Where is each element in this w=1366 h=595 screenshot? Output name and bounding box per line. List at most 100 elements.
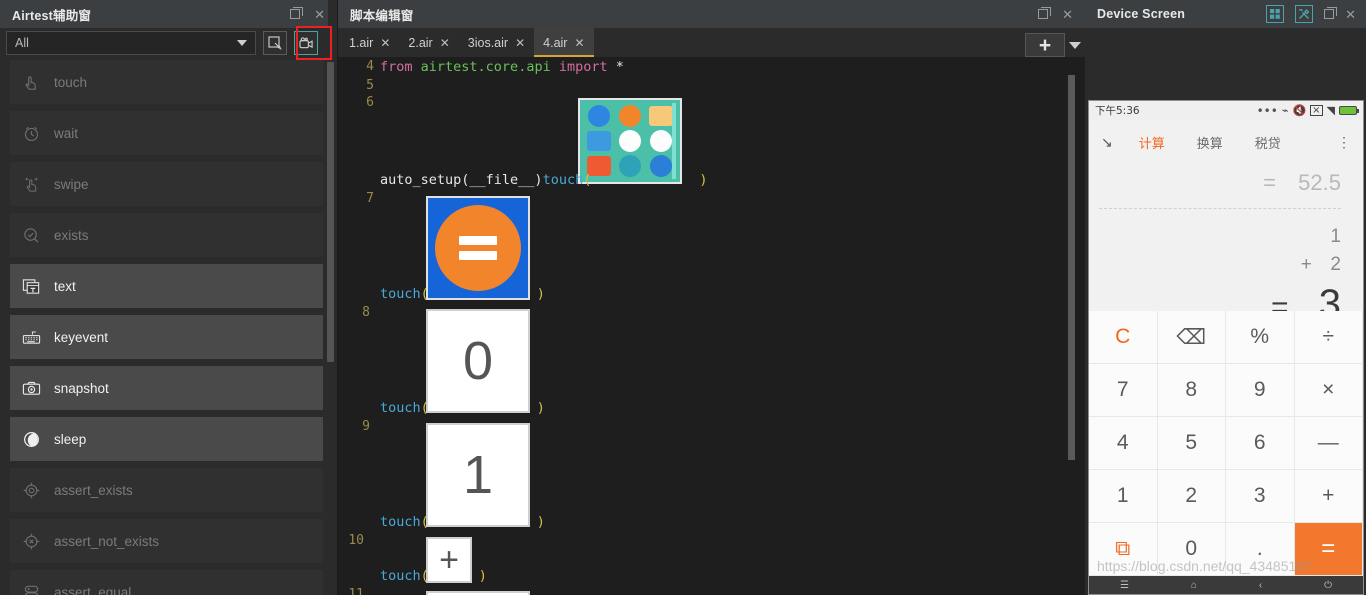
code-paren-open: ( <box>420 286 429 302</box>
power-icon[interactable]: ⏻ <box>1324 580 1332 591</box>
key-plus[interactable]: + <box>1294 470 1363 523</box>
close-icon[interactable]: ✕ <box>314 8 325 21</box>
record-video-button[interactable] <box>294 31 318 55</box>
key-percent[interactable]: % <box>1226 311 1295 364</box>
key-backspace[interactable]: ⌫ <box>1157 311 1226 364</box>
sidebar-item-label: wait <box>54 125 79 141</box>
tab-close-icon[interactable]: ✕ <box>380 36 390 50</box>
restore-icon[interactable] <box>1324 7 1338 19</box>
history-line: = 52.5 <box>1099 170 1341 208</box>
tab-label: 1.air <box>349 35 374 50</box>
code-area[interactable]: 4 from airtest.core.api import * 5 6 aut… <box>338 57 1085 595</box>
sidebar-scrollbar[interactable] <box>327 62 334 362</box>
code-touch-call-7: touch() <box>380 286 545 302</box>
code-keyword-import: import <box>558 59 608 75</box>
sidebar-item-label: keyevent <box>54 329 109 345</box>
layout-grid-button[interactable] <box>1266 5 1285 23</box>
display-divider <box>1099 208 1341 209</box>
key-2[interactable]: 2 <box>1157 470 1226 523</box>
key-9[interactable]: 9 <box>1226 364 1295 417</box>
sidebar-item-sleep[interactable]: sleep <box>10 417 323 461</box>
tab-1air[interactable]: 1.air ✕ <box>340 28 400 57</box>
key-divide[interactable]: ÷ <box>1294 311 1363 364</box>
collapse-arrow-icon[interactable]: ↘ <box>1101 134 1113 151</box>
code-module: airtest.core.api <box>420 59 551 75</box>
calculator-app-icon <box>618 105 641 128</box>
sidebar-item-keyevent[interactable]: keyevent <box>10 315 323 359</box>
tab-3iosair[interactable]: 3ios.air ✕ <box>458 28 535 57</box>
key-multiply[interactable]: × <box>1294 364 1363 417</box>
line-number: 11 <box>348 587 364 595</box>
chevron-down-icon <box>237 40 247 46</box>
key-4[interactable]: 4 <box>1089 417 1158 470</box>
key-1-image[interactable]: 1 <box>426 423 530 527</box>
line-number: 6 <box>366 95 374 110</box>
screenshot-tool-button[interactable] <box>263 31 287 55</box>
filter-dropdown[interactable]: All <box>6 31 256 55</box>
mute-icon: 🔇 <box>1292 104 1307 117</box>
device-screen-mirror[interactable]: 下午5:36 ••• ⌁ 🔇 × ◥ ↘ 计算 换算 税贷 ⋮ = 52.5 1… <box>1088 100 1364 595</box>
close-icon[interactable]: ✕ <box>1062 8 1073 21</box>
sidebar-item-wait[interactable]: wait <box>10 111 323 155</box>
text-window-icon <box>22 278 40 294</box>
tools-icon <box>1298 8 1310 19</box>
sidebar-item-text[interactable]: text <box>10 264 323 308</box>
expression-operator: + <box>1300 254 1312 275</box>
sidebar-item-snapshot[interactable]: snapshot <box>10 366 323 410</box>
tab-calculate[interactable]: 计算 <box>1139 133 1165 152</box>
menu-icon[interactable]: ☰ <box>1120 580 1129 591</box>
close-icon[interactable]: ✕ <box>1345 8 1356 21</box>
editor-scrollbar[interactable] <box>1068 75 1075 460</box>
sidebar-item-assert-not-exists[interactable]: assert_not_exists <box>10 519 323 563</box>
home-icon[interactable]: ⌂ <box>1191 580 1197 591</box>
back-icon[interactable]: ‹ <box>1259 580 1262 591</box>
tools-button[interactable] <box>1295 5 1314 23</box>
target-icon <box>23 482 40 498</box>
tab-tax-loan[interactable]: 税贷 <box>1255 133 1281 152</box>
sidebar-item-touch[interactable]: touch <box>10 60 323 104</box>
restore-icon[interactable] <box>290 7 304 19</box>
key-1[interactable]: 1 <box>1089 470 1158 523</box>
sidebar-item-swipe[interactable]: swipe <box>10 162 323 206</box>
tab-close-icon[interactable]: ✕ <box>515 36 525 50</box>
add-tab-button[interactable]: + <box>1025 33 1065 57</box>
restore-icon[interactable] <box>1038 7 1052 19</box>
key-7[interactable]: 7 <box>1089 364 1158 417</box>
tab-convert[interactable]: 换算 <box>1197 133 1223 152</box>
line-number: 4 <box>366 59 374 74</box>
sidebar-item-assert-exists[interactable]: assert_exists <box>10 468 323 512</box>
sidebar-item-assert-equal[interactable]: assert_equal <box>10 570 323 595</box>
key-3[interactable]: 3 <box>1226 470 1295 523</box>
wifi-icon: ◥ <box>1326 104 1335 117</box>
battery-icon <box>1339 106 1359 115</box>
history-value: 52.5 <box>1298 170 1341 195</box>
phone-status-bar: 下午5:36 ••• ⌁ 🔇 × ◥ <box>1089 101 1363 120</box>
tab-4air[interactable]: 4.air ✕ <box>534 28 594 57</box>
sidebar-item-label: sleep <box>54 431 87 447</box>
sidebar-item-exists[interactable]: exists <box>10 213 323 257</box>
record-video-icon <box>298 36 313 48</box>
key-clear[interactable]: C <box>1089 311 1158 364</box>
key-5[interactable]: 5 <box>1157 417 1226 470</box>
tab-close-icon[interactable]: ✕ <box>574 36 584 50</box>
sidebar-item-label: assert_exists <box>54 482 133 498</box>
more-vertical-icon[interactable]: ⋮ <box>1337 134 1351 151</box>
tab-2air[interactable]: 2.air ✕ <box>399 28 459 57</box>
expression-line-1: 1 <box>1330 226 1341 247</box>
key-next-image[interactable] <box>426 591 530 595</box>
key-minus[interactable]: — <box>1294 417 1363 470</box>
key-1-glyph: 1 <box>426 423 530 527</box>
equals-app-icon[interactable] <box>426 196 530 300</box>
key-8[interactable]: 8 <box>1157 364 1226 417</box>
key-6[interactable]: 6 <box>1226 417 1295 470</box>
code-touch-call-10: touch() <box>380 568 487 584</box>
tab-close-icon[interactable]: ✕ <box>440 36 450 50</box>
code-touch-fn: touch <box>542 172 584 188</box>
tab-label: 4.air <box>543 35 568 50</box>
calculator-display: = 52.5 1 + 2 = 3 <box>1089 164 1363 331</box>
calculator-keypad: C ⌫ % ÷ 7 8 9 × 4 5 6 — 1 2 3 + ⧉ 0 . = <box>1089 311 1363 576</box>
equals-bar-bottom <box>459 251 497 260</box>
key-0-image[interactable]: 0 <box>426 309 530 413</box>
chevron-down-icon[interactable] <box>1069 41 1081 49</box>
equals-bar-top <box>459 236 497 245</box>
